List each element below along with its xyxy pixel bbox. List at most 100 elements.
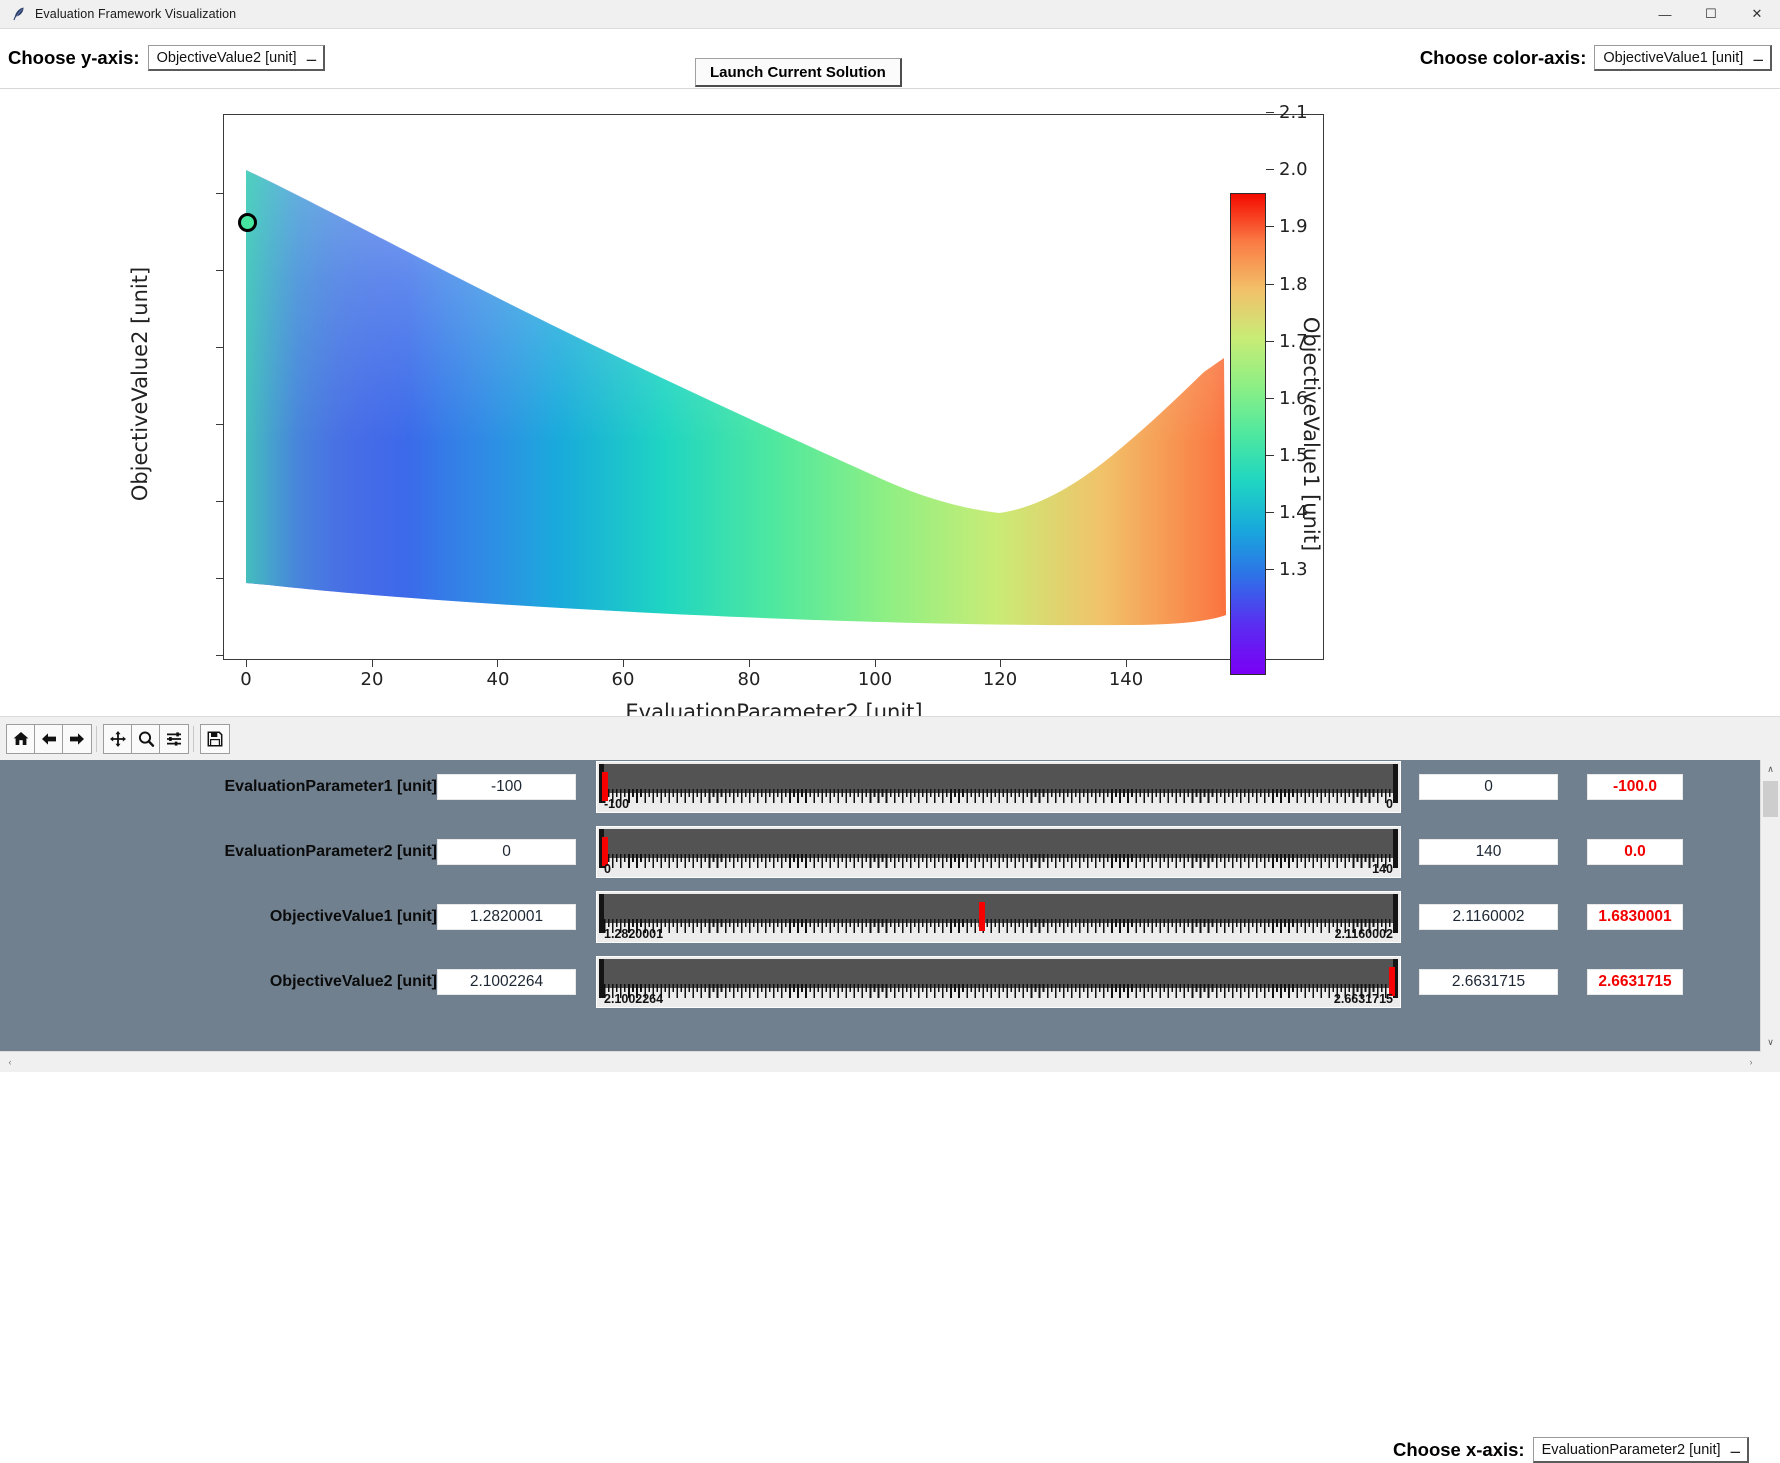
back-button[interactable] xyxy=(34,724,64,754)
parameter-min-field[interactable]: 0 xyxy=(437,839,576,865)
forward-button[interactable] xyxy=(62,724,92,754)
y-axis-dropdown[interactable]: ObjectiveValue2 [unit] ⚊ xyxy=(147,45,326,71)
parameter-row: EvaluationParameter2 [unit] 0 0 140 140 … xyxy=(0,826,1752,878)
scroll-up-arrow-icon[interactable]: ∧ xyxy=(1761,760,1780,779)
minimize-button[interactable]: — xyxy=(1642,0,1688,28)
scroll-right-arrow-icon[interactable]: › xyxy=(1741,1052,1761,1072)
parameter-max-field[interactable]: 2.1160002 xyxy=(1419,904,1558,930)
chevron-down-icon: ⚊ xyxy=(1729,1441,1742,1456)
window-buttons: — ☐ ✕ xyxy=(1642,0,1780,28)
parameter-min-field[interactable]: 1.2820001 xyxy=(437,904,576,930)
parameter-slider[interactable]: 2.1002264 2.6631715 xyxy=(596,956,1401,1008)
parameter-current-value: 1.6830001 xyxy=(1587,904,1683,930)
color-axis-dropdown-value: ObjectiveValue1 [unit] xyxy=(1603,49,1744,66)
x-axis-selector-group: Choose x-axis: EvaluationParameter2 [uni… xyxy=(1393,1437,1750,1463)
x-tick-label: 40 xyxy=(486,669,510,690)
slider-minor-ticks xyxy=(604,919,1393,927)
colorbar-tick-label: 1.9 xyxy=(1279,216,1308,237)
x-tick-label: 0 xyxy=(240,669,252,690)
parameter-name: EvaluationParameter1 [unit] xyxy=(224,778,438,795)
zoom-button[interactable] xyxy=(131,724,161,754)
slider-min-label: 1.2820001 xyxy=(604,927,664,941)
x-tick-label: 80 xyxy=(737,669,761,690)
vertical-scrollbar[interactable]: ∧ ∨ xyxy=(1760,760,1780,1052)
x-axis-label: Choose x-axis: xyxy=(1393,1439,1525,1460)
axes-region[interactable] xyxy=(223,114,1324,660)
back-arrow-icon xyxy=(42,733,56,745)
application-window: Evaluation Framework Visualization — ☐ ✕… xyxy=(0,0,1780,1463)
window-title-bar: Evaluation Framework Visualization — ☐ ✕ xyxy=(0,0,1780,29)
colorbar-tick-label: 1.3 xyxy=(1279,559,1308,580)
y-axis-title: ObjectiveValue2 [unit] xyxy=(128,266,152,502)
color-axis-selector-group: Choose color-axis: ObjectiveValue1 [unit… xyxy=(1420,45,1772,71)
parameter-row: ObjectiveValue2 [unit] 2.1002264 2.10022… xyxy=(0,956,1752,1008)
parameter-max-field[interactable]: 2.6631715 xyxy=(1419,969,1558,995)
parameter-slider[interactable]: 0 140 xyxy=(596,826,1401,878)
parameter-row: ObjectiveValue1 [unit] 1.2820001 1.28200… xyxy=(0,891,1752,943)
slider-minor-ticks xyxy=(604,854,1393,862)
parameter-slider[interactable]: -100 0 xyxy=(596,761,1401,813)
slider-max-label: 0 xyxy=(1386,797,1393,811)
scrollbar-thumb[interactable] xyxy=(1763,781,1778,817)
save-button[interactable] xyxy=(200,724,230,754)
home-button[interactable] xyxy=(6,724,36,754)
chevron-down-icon: ⚊ xyxy=(1752,49,1764,64)
parameter-current-value: 0.0 xyxy=(1587,839,1683,865)
slider-cap-right xyxy=(1393,894,1398,933)
colorbar-tick-label: 2.1 xyxy=(1279,102,1308,123)
colorbar-tick-label: 1.8 xyxy=(1279,274,1308,295)
slider-max-label: 2.6631715 xyxy=(1333,992,1393,1006)
slider-cap-right xyxy=(1393,764,1398,803)
maximize-button[interactable]: ☐ xyxy=(1688,0,1734,28)
selected-solution-marker[interactable] xyxy=(238,213,257,232)
parameter-min-field[interactable]: -100 xyxy=(437,774,576,800)
scatter-cloud xyxy=(224,115,1323,659)
parameter-max-field[interactable]: 140 xyxy=(1419,839,1558,865)
launch-current-solution-button[interactable]: Launch Current Solution xyxy=(695,58,902,87)
save-floppy-icon xyxy=(207,731,223,747)
horizontal-scrollbar[interactable]: ‹ › xyxy=(0,1051,1761,1072)
parameter-name: ObjectiveValue1 [unit] xyxy=(269,908,437,925)
y-axis-dropdown-value: ObjectiveValue2 [unit] xyxy=(156,49,297,66)
forward-arrow-icon xyxy=(70,733,84,745)
colorbar-tick-label: 2.0 xyxy=(1279,159,1308,180)
parameter-min-field[interactable]: 2.1002264 xyxy=(437,969,576,995)
scrollbar-corner xyxy=(1761,1052,1780,1072)
toolbar-divider xyxy=(96,726,97,752)
slider-minor-ticks xyxy=(604,984,1393,992)
scroll-left-arrow-icon[interactable]: ‹ xyxy=(0,1052,20,1072)
slider-min-label: 0 xyxy=(604,862,611,876)
plot-canvas[interactable]: 2.7 2.6 2.5 2.4 2.3 2.2 2.1 ObjectiveVal… xyxy=(0,89,1780,724)
zoom-magnifier-icon xyxy=(138,731,155,747)
parameter-name: EvaluationParameter2 [unit] xyxy=(224,843,438,860)
close-button[interactable]: ✕ xyxy=(1734,0,1780,28)
pan-move-icon xyxy=(110,731,126,747)
slider-max-label: 140 xyxy=(1372,862,1393,876)
x-axis-dropdown-value: EvaluationParameter2 [unit] xyxy=(1541,1441,1721,1458)
y-axis-label: Choose y-axis: xyxy=(8,47,140,68)
parameter-current-value: 2.6631715 xyxy=(1587,969,1683,995)
x-tick-label: 100 xyxy=(857,669,893,690)
chevron-down-icon: ⚊ xyxy=(305,49,318,64)
configure-subplots-button[interactable] xyxy=(159,724,189,754)
slider-indicator[interactable] xyxy=(979,902,985,931)
x-tick-label: 120 xyxy=(982,669,1018,690)
colorbar xyxy=(1230,193,1266,675)
pan-button[interactable] xyxy=(103,724,133,754)
scroll-down-arrow-icon[interactable]: ∨ xyxy=(1761,1033,1780,1052)
colorbar-title: ObjectiveValue1 [unit] xyxy=(1299,316,1323,552)
parameter-name: ObjectiveValue2 [unit] xyxy=(269,973,437,990)
slider-min-label: 2.1002264 xyxy=(604,992,664,1006)
home-icon xyxy=(13,732,29,745)
parameter-slider[interactable]: 1.2820001 2.1160002 xyxy=(596,891,1401,943)
top-control-strip: Choose y-axis: ObjectiveValue2 [unit] ⚊ … xyxy=(0,29,1780,108)
color-axis-dropdown[interactable]: ObjectiveValue1 [unit] ⚊ xyxy=(1594,45,1772,71)
parameter-rows: EvaluationParameter1 [unit] -100 -100 0 … xyxy=(0,760,1752,1050)
parameter-max-field[interactable]: 0 xyxy=(1419,774,1558,800)
window-title: Evaluation Framework Visualization xyxy=(35,7,237,21)
x-tick-label: 60 xyxy=(611,669,635,690)
slider-max-label: 2.1160002 xyxy=(1334,927,1393,941)
slider-minor-ticks xyxy=(604,789,1393,797)
y-axis-selector-group: Choose y-axis: ObjectiveValue2 [unit] ⚊ xyxy=(8,45,326,71)
x-axis-dropdown[interactable]: EvaluationParameter2 [unit] ⚊ xyxy=(1532,1437,1750,1463)
